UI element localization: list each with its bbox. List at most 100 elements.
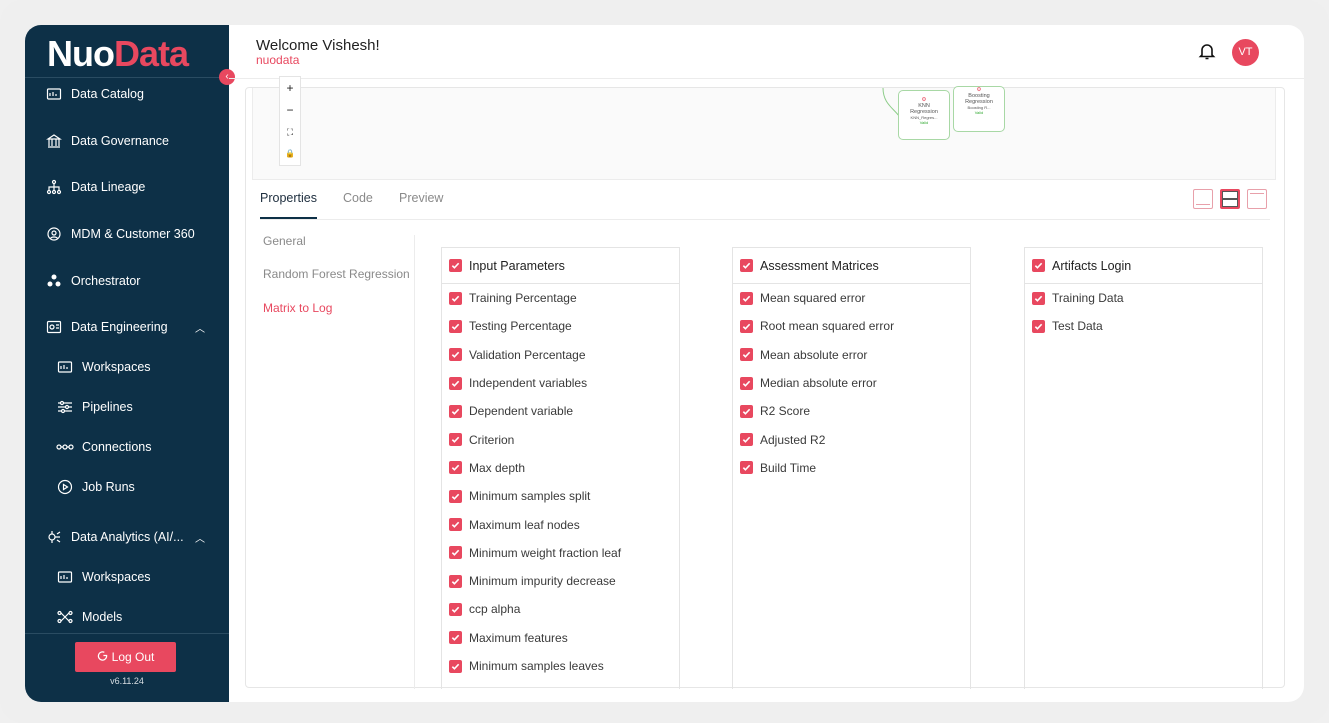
checkbox-item[interactable]: Build Time <box>733 454 970 482</box>
column-header[interactable]: Artifacts Login <box>1025 248 1262 284</box>
tab-code[interactable]: Code <box>343 191 373 205</box>
checkbox-label: Testing Percentage <box>469 319 572 334</box>
sidebar-item-workspaces[interactable]: Workspaces <box>25 351 229 383</box>
sidebar-item-data-engineering[interactable]: Data Engineering ︿ <box>25 311 229 343</box>
chevron-up-icon[interactable]: ︿ <box>195 530 205 545</box>
pipeline-node-knn[interactable]: ⚙ KNN Regression KNN_Regres... Valid <box>898 90 950 140</box>
checkbox-item[interactable]: Training Percentage <box>442 284 679 312</box>
checkbox-item[interactable]: Minimum samples leaves <box>442 652 679 680</box>
side-menu-random-forest[interactable]: Random Forest Regression <box>263 267 410 281</box>
checkbox-checked-icon[interactable] <box>449 659 462 673</box>
sidebar-item-orchestrator[interactable]: Orchestrator <box>25 265 229 297</box>
zoom-in-icon[interactable]: + <box>280 77 300 99</box>
checkbox-checked-icon[interactable] <box>740 348 753 362</box>
side-menu-matrix-to-log[interactable]: Matrix to Log <box>263 301 332 315</box>
checkbox-checked-icon[interactable] <box>449 574 462 588</box>
sidebar-item-label: Orchestrator <box>71 274 141 288</box>
checkbox-item[interactable]: Root mean squared error <box>733 312 970 340</box>
zoom-out-icon[interactable]: − <box>280 99 300 121</box>
pipeline-canvas[interactable]: + − ⛶ 🔒 ⚙ KNN Regression KNN_Regres... V… <box>252 76 1276 180</box>
checkbox-item[interactable]: R2 Score <box>733 397 970 425</box>
sidebar-item-connections[interactable]: Connections <box>25 431 229 463</box>
orchestrator-icon <box>45 272 63 290</box>
tab-properties[interactable]: Properties <box>260 191 317 205</box>
checkbox-item[interactable]: Adjusted R2 <box>733 425 970 453</box>
workspaces-icon <box>56 358 74 376</box>
checkbox-checked-icon[interactable] <box>449 461 462 475</box>
checkbox-label: Minimum impurity decrease <box>469 574 616 589</box>
checkbox-item[interactable]: Minimum weight fraction leaf <box>442 539 679 567</box>
sidebar-item-models[interactable]: Models <box>25 601 229 633</box>
sidebar-item-data-governance[interactable]: Data Governance <box>25 125 229 157</box>
checkbox-checked-icon[interactable] <box>449 433 462 447</box>
checkbox-checked-icon[interactable] <box>1032 291 1045 305</box>
checkbox-item[interactable]: Maximum features <box>442 624 679 652</box>
checkbox-item[interactable]: Minimum impurity decrease <box>442 567 679 595</box>
sidebar-item-pipelines[interactable]: Pipelines <box>25 391 229 423</box>
checkbox-item[interactable]: Criterion <box>442 425 679 453</box>
checkbox-checked-icon[interactable] <box>449 546 462 560</box>
checkbox-item[interactable]: ccp alpha <box>442 595 679 623</box>
pipeline-node-boosting[interactable]: ⚙ Boosting Regression Boosting R... Vali… <box>953 86 1005 132</box>
column-header[interactable]: Input Parameters <box>442 248 679 284</box>
checkbox-checked-icon[interactable] <box>449 319 462 333</box>
sidebar-item-data-analytics[interactable]: Data Analytics (AI/... ︿ <box>25 521 229 553</box>
checkbox-item[interactable]: Testing Percentage <box>442 312 679 340</box>
layout-bottom-icon[interactable] <box>1193 189 1213 209</box>
checkbox-item[interactable]: Max depth <box>442 454 679 482</box>
engineering-icon <box>45 318 63 336</box>
lock-icon[interactable]: 🔒 <box>280 143 300 165</box>
bell-icon[interactable] <box>1197 41 1217 61</box>
sidebar-item-job-runs[interactable]: Job Runs <box>25 471 229 503</box>
checkbox-item[interactable]: Mean squared error <box>733 284 970 312</box>
checkbox-item[interactable]: Validation Percentage <box>442 341 679 369</box>
checkbox-checked-icon[interactable] <box>1032 319 1045 333</box>
checkbox-item[interactable]: Test Data <box>1025 312 1262 340</box>
checkbox-checked-icon[interactable] <box>740 319 753 333</box>
checkbox-checked-icon[interactable] <box>449 631 462 645</box>
checkbox-checked-icon[interactable] <box>449 489 462 503</box>
checkbox-checked-icon[interactable] <box>449 518 462 532</box>
tabs-divider <box>260 219 1270 220</box>
checkbox-checked-icon[interactable] <box>449 291 462 305</box>
checkbox-item[interactable]: Mean absolute error <box>733 341 970 369</box>
chevron-up-icon[interactable]: ︿ <box>195 320 205 335</box>
sidebar-item-data-lineage[interactable]: Data Lineage <box>25 171 229 203</box>
checkbox-checked-icon[interactable] <box>449 376 462 390</box>
layout-split-icon[interactable] <box>1220 189 1240 209</box>
checkbox-item[interactable]: Dependent variable <box>442 397 679 425</box>
checkbox-checked-icon[interactable] <box>740 404 753 418</box>
checkbox-item[interactable]: Minimum samples split <box>442 482 679 510</box>
artifacts-login-panel: Artifacts Login Training Data Test Data <box>1024 247 1263 689</box>
checkbox-label: Maximum leaf nodes <box>469 517 580 532</box>
connections-icon <box>56 438 74 456</box>
logout-button[interactable]: Log Out <box>75 642 176 672</box>
checkbox-item[interactable]: Maximum leaf nodes <box>442 510 679 538</box>
sidebar-item-analytics-workspaces[interactable]: Workspaces <box>25 561 229 593</box>
side-menu-general[interactable]: General <box>263 234 306 248</box>
checkbox-checked-icon[interactable] <box>449 259 462 272</box>
checkbox-checked-icon[interactable] <box>449 404 462 418</box>
checkbox-checked-icon[interactable] <box>1032 259 1045 272</box>
tab-preview[interactable]: Preview <box>399 191 443 205</box>
models-icon <box>56 608 74 626</box>
checkbox-checked-icon[interactable] <box>740 433 753 447</box>
checkbox-checked-icon[interactable] <box>740 376 753 390</box>
pipelines-icon <box>56 398 74 416</box>
checkbox-label: Mean absolute error <box>760 347 868 362</box>
checkbox-checked-icon[interactable] <box>740 461 753 475</box>
checkbox-checked-icon[interactable] <box>740 259 753 272</box>
checkbox-checked-icon[interactable] <box>449 348 462 362</box>
checkbox-item[interactable]: Training Data <box>1025 284 1262 312</box>
checkbox-item[interactable]: Independent variables <box>442 369 679 397</box>
column-header[interactable]: Assessment Matrices <box>733 248 970 284</box>
sidebar-item-mdm[interactable]: MDM & Customer 360 <box>25 218 229 250</box>
sidebar-item-data-catalog[interactable]: Data Catalog <box>25 78 229 110</box>
checkbox-checked-icon[interactable] <box>740 291 753 305</box>
layout-top-icon[interactable] <box>1247 189 1267 209</box>
avatar[interactable]: VT <box>1232 39 1259 66</box>
checkbox-item[interactable]: Median absolute error <box>733 369 970 397</box>
lineage-icon <box>45 178 63 196</box>
checkbox-checked-icon[interactable] <box>449 602 462 616</box>
fit-view-icon[interactable]: ⛶ <box>280 121 300 143</box>
